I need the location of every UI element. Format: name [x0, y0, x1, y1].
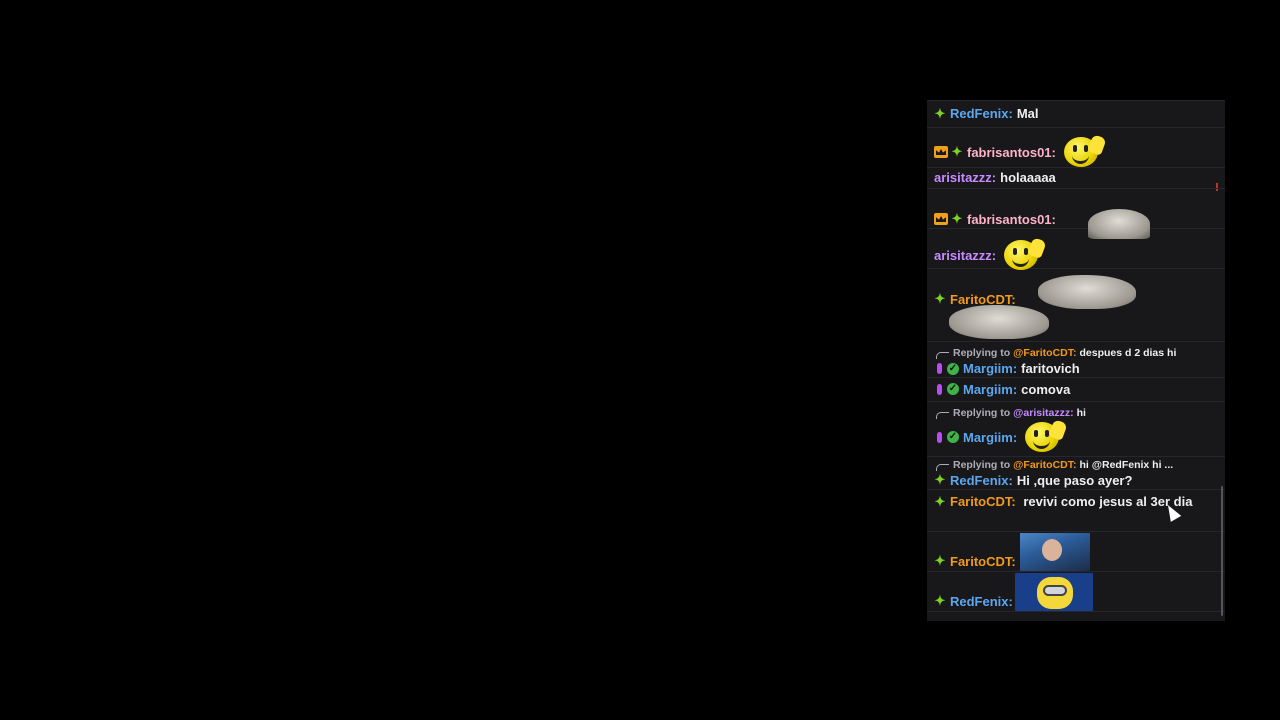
message-text: holaaaaa	[1000, 170, 1056, 185]
username[interactable]: FaritoCDT:	[950, 494, 1016, 509]
chat-message[interactable]: ✓ Margiim: comova	[927, 378, 1225, 402]
star-badge-icon: ✦	[934, 472, 946, 487]
reply-mention[interactable]: @FaritoCDT:	[1013, 459, 1076, 471]
verified-badge-icon: ✓	[947, 431, 959, 443]
reply-header[interactable]: Replying to @arisitazzz: hi	[934, 406, 1218, 420]
star-badge-icon: ✦	[934, 494, 946, 509]
star-badge-icon: ✦	[934, 291, 946, 306]
chat-message[interactable]: ✦ fabrisantos01:	[927, 189, 1225, 239]
chat-message[interactable]: arisitazzz: holaaaaa	[927, 168, 1225, 189]
chat-message[interactable]: ✦ fabrisantos01:	[927, 128, 1225, 191]
star-badge-icon: ✦	[951, 211, 963, 226]
chat-message[interactable]: arisitazzz:	[927, 229, 1225, 270]
reply-label: Replying to	[953, 459, 1011, 471]
username[interactable]: Margiim:	[963, 361, 1017, 376]
reply-mention[interactable]: @FaritoCDT:	[1013, 347, 1076, 359]
photo-emote	[1019, 533, 1090, 571]
username[interactable]: RedFenix:	[950, 594, 1013, 609]
reply-curve-icon	[936, 412, 949, 419]
star-badge-icon: ✦	[934, 105, 946, 121]
username[interactable]: arisitazzz:	[934, 248, 996, 263]
minion-emote	[1014, 573, 1093, 611]
username[interactable]: fabrisantos01:	[967, 145, 1056, 160]
star-badge-icon: ✦	[934, 593, 946, 608]
chat-panel[interactable]: ✦ RedFenix: Mal ✦ fabrisantos01: arisita…	[927, 100, 1225, 621]
username[interactable]: arisitazzz:	[934, 170, 996, 185]
verified-badge-icon: ✓	[947, 362, 959, 375]
reply-curve-icon	[936, 464, 949, 471]
microphone-badge-icon	[937, 431, 942, 443]
crown-badge-icon	[934, 146, 948, 158]
message-text: comova	[1021, 381, 1071, 397]
reply-header[interactable]: Replying to @FaritoCDT: hi @RedFenix hi …	[934, 458, 1218, 472]
message-text: Mal	[1016, 106, 1039, 121]
crown-badge-icon	[934, 213, 948, 225]
star-badge-icon: ✦	[951, 144, 963, 159]
chat-message[interactable]: Replying to @FaritoCDT: hi @RedFenix hi …	[927, 457, 1225, 490]
reply-text: hi @RedFenix hi ...	[1079, 459, 1174, 471]
username[interactable]: FaritoCDT:	[950, 554, 1016, 569]
message-text: Hi ,que paso ayer?	[1016, 472, 1133, 488]
reply-label: Replying to	[953, 347, 1011, 359]
chat-message[interactable]: ✦ RedFenix: Mal	[927, 101, 1225, 128]
reply-label: Replying to	[953, 407, 1011, 419]
chat-message[interactable]: Replying to @arisitazzz: hi ✓ Margiim:	[927, 402, 1225, 457]
reply-text: despues d 2 dias hi	[1079, 347, 1177, 359]
verified-badge-icon: ✓	[947, 383, 959, 395]
username[interactable]: RedFenix:	[950, 473, 1013, 488]
chat-message[interactable]: ✦ FaritoCDT:	[927, 269, 1225, 342]
username[interactable]: Margiim:	[963, 430, 1017, 445]
reply-text: hi	[1076, 407, 1086, 419]
chat-message[interactable]: ✦ FaritoCDT:	[927, 532, 1225, 572]
username[interactable]: RedFenix:	[950, 106, 1013, 121]
scrollbar[interactable]	[1221, 486, 1223, 616]
reply-header[interactable]: Replying to @FaritoCDT: despues d 2 dias…	[934, 346, 1218, 360]
username[interactable]: Margiim:	[963, 382, 1017, 397]
reply-curve-icon	[936, 352, 949, 359]
microphone-badge-icon	[937, 363, 942, 374]
chat-message[interactable]: ✦ RedFenix:	[927, 572, 1225, 612]
username[interactable]: fabrisantos01:	[967, 212, 1056, 227]
cat-emote	[949, 305, 1049, 339]
message-text: faritovich	[1021, 361, 1080, 376]
microphone-badge-icon	[937, 383, 942, 395]
chat-message[interactable]: ✦ FaritoCDT: revivi como jesus al 3er dia	[927, 490, 1225, 532]
star-badge-icon: ✦	[934, 553, 946, 568]
cat-emote	[1037, 275, 1136, 309]
reply-mention[interactable]: @arisitazzz:	[1013, 407, 1073, 419]
chat-message[interactable]: Replying to @FaritoCDT: despues d 2 dias…	[927, 342, 1225, 378]
